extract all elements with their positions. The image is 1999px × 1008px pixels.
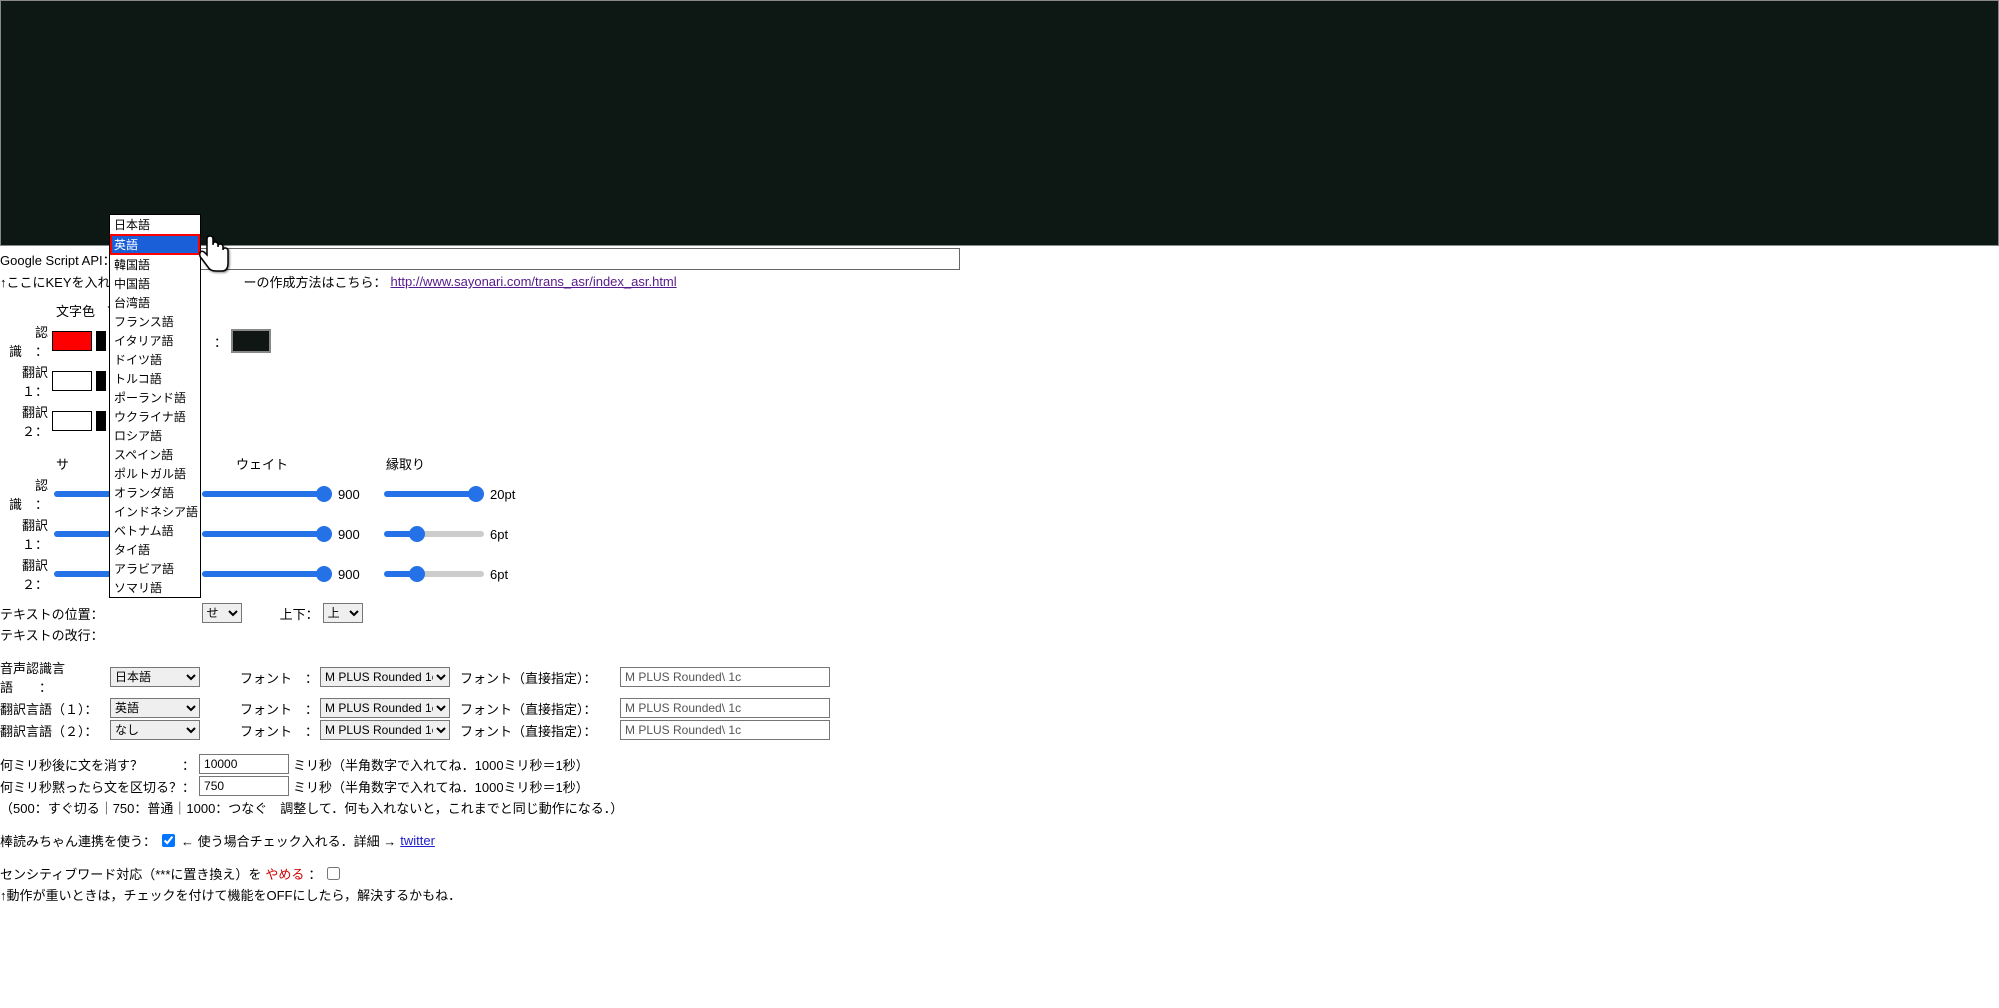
- lang-option[interactable]: タイ語: [110, 540, 200, 559]
- lang-option[interactable]: スペイン語: [110, 445, 200, 464]
- api-note-suffix: ーの作成方法はこちら：: [244, 272, 387, 291]
- font-direct-label-0: フォント（直接指定）：: [460, 668, 620, 687]
- lang-option[interactable]: ポーランド語: [110, 388, 200, 407]
- lang-option[interactable]: インドネシア語: [110, 502, 200, 521]
- header-text-color: 文字色: [56, 301, 106, 320]
- row-label-translation1: 翻訳１：: [0, 362, 48, 400]
- slider-row-t1: 翻訳１：: [0, 515, 48, 553]
- erase-note: ミリ秒（半角数字で入れてね．1000ミリ秒＝1秒）: [293, 755, 589, 774]
- sensitive-prefix: センシティブワード対応（***に置き換え）を: [0, 864, 261, 883]
- font-select-2[interactable]: M PLUS Rounded 1c: [320, 720, 450, 740]
- outline-slider-t2[interactable]: [384, 571, 484, 577]
- split-label: 何ミリ秒黙ったら文を区切る？：: [0, 777, 195, 796]
- text-vertical-select[interactable]: 上: [323, 603, 363, 623]
- text-color-t1[interactable]: [52, 371, 92, 391]
- boyomi-label: 棒読みちゃん連携を使う：: [0, 831, 156, 850]
- outline-color-t1[interactable]: [96, 371, 106, 391]
- outline-color-t2[interactable]: [96, 411, 106, 431]
- header-outline: 縁取り: [356, 454, 506, 473]
- lang-option[interactable]: イタリア語: [110, 331, 200, 350]
- erase-ms-input[interactable]: [199, 754, 289, 774]
- font-direct-input-2[interactable]: [620, 720, 830, 740]
- t1-lang-select[interactable]: 英語: [110, 698, 200, 718]
- boyomi-link[interactable]: twitter: [400, 833, 435, 848]
- outline-val-recognition: 20pt: [490, 487, 530, 502]
- split-ms-input[interactable]: [199, 776, 289, 796]
- font-select-0[interactable]: M PLUS Rounded 1c: [320, 667, 450, 687]
- api-note-prefix: ↑ここにKEYを入れ: [0, 272, 111, 291]
- api-label: Google Script API：: [0, 250, 116, 269]
- split-note: ミリ秒（半角数字で入れてね．1000ミリ秒＝1秒）: [293, 777, 589, 796]
- sensitive-suffix: ：: [308, 864, 321, 883]
- outline-val-t2: 6pt: [490, 567, 530, 582]
- weight-slider-t2[interactable]: [202, 571, 332, 577]
- lang-option[interactable]: 台湾語: [110, 293, 200, 312]
- row-label-recognition: 認識 ：: [0, 322, 48, 360]
- lang-option[interactable]: ロシア語: [110, 426, 200, 445]
- sensitive-checkbox[interactable]: [327, 867, 340, 880]
- text-align-select[interactable]: せ: [202, 603, 242, 623]
- asr-lang-label: 音声認識言語 ：: [0, 658, 110, 696]
- api-key-input[interactable]: [120, 248, 960, 270]
- font-label-1: フォント ：: [240, 699, 320, 718]
- updown-label: 上下：: [280, 604, 319, 623]
- erase-label: 何ミリ秒後に文を消す？ ：: [0, 755, 195, 774]
- weight-slider-recognition[interactable]: [202, 491, 332, 497]
- lang-option[interactable]: 日本語: [110, 215, 200, 234]
- lang-option[interactable]: アラビア語: [110, 559, 200, 578]
- sensitive-hint: ↑動作が重いときは，チェックを付けて機能をOFFにしたら，解決するかもね．: [0, 885, 461, 904]
- lang-option[interactable]: ソマリ語: [110, 578, 200, 597]
- weight-val-recognition: 900: [338, 487, 378, 502]
- slider-row-recognition: 認識 ：: [0, 475, 48, 513]
- boyomi-checkbox[interactable]: [162, 834, 175, 847]
- weight-val-t2: 900: [338, 567, 378, 582]
- language-dropdown-popup[interactable]: 日本語英語韓国語中国語台湾語フランス語イタリア語ドイツ語トルコ語ポーランド語ウク…: [109, 214, 201, 598]
- bg-color-label: ：: [214, 332, 227, 351]
- lang-option[interactable]: 英語: [110, 234, 200, 255]
- text-position-label: テキストの位置：: [0, 604, 104, 623]
- text-color-recognition[interactable]: [52, 331, 92, 351]
- header-weight: ウェイト: [206, 454, 356, 473]
- outline-slider-t1[interactable]: [384, 531, 484, 537]
- lang-option[interactable]: 韓国語: [110, 255, 200, 274]
- bg-color-swatch[interactable]: [231, 329, 271, 353]
- lang-option[interactable]: トルコ語: [110, 369, 200, 388]
- font-direct-label-2: フォント（直接指定）：: [460, 721, 620, 740]
- lang-option[interactable]: 中国語: [110, 274, 200, 293]
- font-direct-input-1[interactable]: [620, 698, 830, 718]
- font-label-0: フォント ：: [240, 668, 320, 687]
- t2-lang-select[interactable]: なし: [110, 720, 200, 740]
- outline-val-t1: 6pt: [490, 527, 530, 542]
- lang-option[interactable]: ウクライナ語: [110, 407, 200, 426]
- asr-lang-select[interactable]: 日本語: [110, 667, 200, 687]
- t2-lang-label: 翻訳言語（２）：: [0, 721, 110, 740]
- api-help-link[interactable]: http://www.sayonari.com/trans_asr/index_…: [391, 274, 677, 289]
- lang-option[interactable]: ベトナム語: [110, 521, 200, 540]
- weight-slider-t1[interactable]: [202, 531, 332, 537]
- row-label-translation2: 翻訳２：: [0, 402, 48, 440]
- timing-hint: （500：すぐ切る｜750：普通｜1000：つなぐ 調整して．何も入れないと，こ…: [0, 798, 623, 817]
- lang-option[interactable]: フランス語: [110, 312, 200, 331]
- boyomi-note: ← 使う場合チェック入れる．詳細 →: [181, 831, 396, 850]
- lang-option[interactable]: ポルトガル語: [110, 464, 200, 483]
- font-select-1[interactable]: M PLUS Rounded 1c: [320, 698, 450, 718]
- weight-val-t1: 900: [338, 527, 378, 542]
- lang-option[interactable]: ドイツ語: [110, 350, 200, 369]
- font-direct-label-1: フォント（直接指定）：: [460, 699, 620, 718]
- sensitive-stop: やめる: [265, 864, 304, 883]
- lang-option[interactable]: オランダ語: [110, 483, 200, 502]
- slider-row-t2: 翻訳２：: [0, 555, 48, 593]
- outline-color-recognition[interactable]: [96, 331, 106, 351]
- text-color-t2[interactable]: [52, 411, 92, 431]
- t1-lang-label: 翻訳言語（１）：: [0, 699, 110, 718]
- preview-area: [0, 0, 1999, 246]
- font-direct-input-0[interactable]: [620, 667, 830, 687]
- font-label-2: フォント ：: [240, 721, 320, 740]
- outline-slider-recognition[interactable]: [384, 491, 484, 497]
- text-wrap-label: テキストの改行：: [0, 625, 104, 644]
